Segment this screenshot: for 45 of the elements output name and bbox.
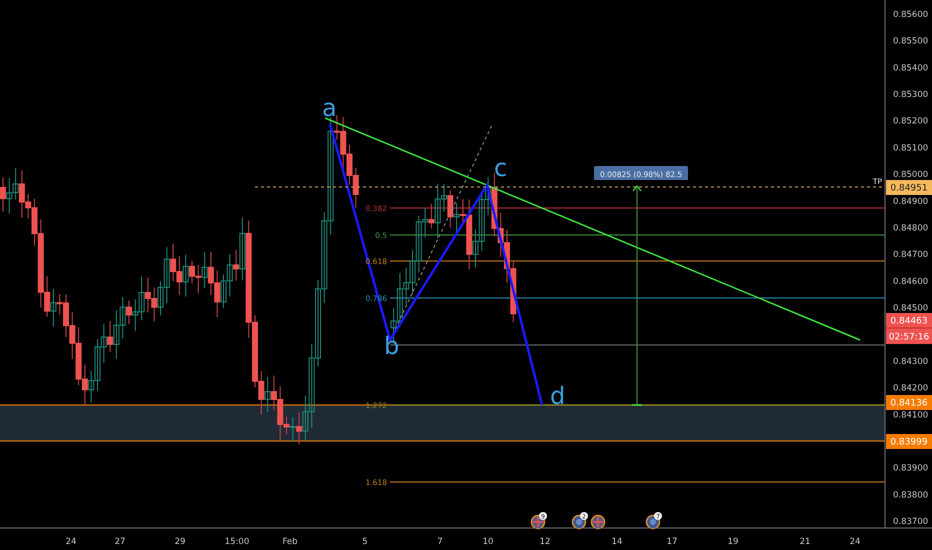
price-axis-label: 0.85200 — [893, 116, 928, 127]
price-axis-label: 0.83800 — [893, 490, 928, 500]
event-count-badge — [654, 512, 662, 520]
price-axis-label: 0.85100 — [893, 143, 928, 154]
time-axis-label: 12 — [540, 537, 550, 547]
price-axis-label: 0.84200 — [893, 384, 928, 394]
time-axis-label: 24 — [66, 537, 76, 547]
time-axis-label: 14 — [612, 537, 622, 547]
event-count-badge — [539, 512, 547, 520]
price-axis-label: 0.83700 — [893, 517, 928, 527]
price-tag-value: 0.84136 — [890, 398, 928, 408]
time-axis-label: 27 — [114, 537, 126, 547]
price-axis-label: 0.84100 — [893, 410, 928, 420]
time-axis-label: 7 — [437, 537, 443, 547]
price-axis-label: 0.85600 — [893, 10, 928, 20]
price-axis-label: 0.84500 — [893, 304, 928, 314]
price-axis-label: 0.84600 — [893, 276, 928, 287]
time-axis-label: Feb — [282, 537, 298, 547]
pattern-point-label: b — [384, 332, 400, 360]
time-axis-label: 21 — [800, 537, 810, 547]
price-axis-label: 0.83900 — [893, 464, 928, 474]
price-axis-label: 0.84800 — [893, 223, 928, 234]
price-axis-label: 0.84700 — [893, 250, 928, 260]
pattern-point-label: d — [550, 382, 566, 410]
time-axis-label: 24 — [850, 537, 860, 547]
countdown-label: 02:57:16 — [888, 332, 930, 342]
event-count-badge — [580, 512, 588, 520]
time-axis-label: 10 — [482, 537, 494, 547]
flag-event-icon[interactable] — [590, 514, 606, 530]
pattern-point-label: a — [322, 94, 337, 122]
price-tag-value: 0.84463 — [890, 316, 928, 326]
price-tag-value: 0.83999 — [890, 438, 928, 448]
time-axis-label: 17 — [666, 537, 678, 547]
price-axis-label: 0.84900 — [893, 196, 928, 207]
time-axis-label: 29 — [174, 537, 186, 547]
pattern-point-label: c — [494, 154, 508, 182]
time-axis-label: 19 — [728, 537, 738, 547]
price-axis-label: 0.84300 — [893, 356, 928, 367]
time-axis-label: 5 — [362, 537, 368, 547]
time-axis-label: 15:00 — [224, 537, 250, 547]
price-axis-label: 0.85300 — [893, 90, 928, 100]
price-axis-label: 0.85000 — [893, 170, 928, 180]
price-axis-label: 0.85500 — [893, 36, 928, 47]
price-axis-label: 0.85400 — [893, 63, 928, 74]
price-tag-value: 0.84951 — [890, 184, 928, 194]
